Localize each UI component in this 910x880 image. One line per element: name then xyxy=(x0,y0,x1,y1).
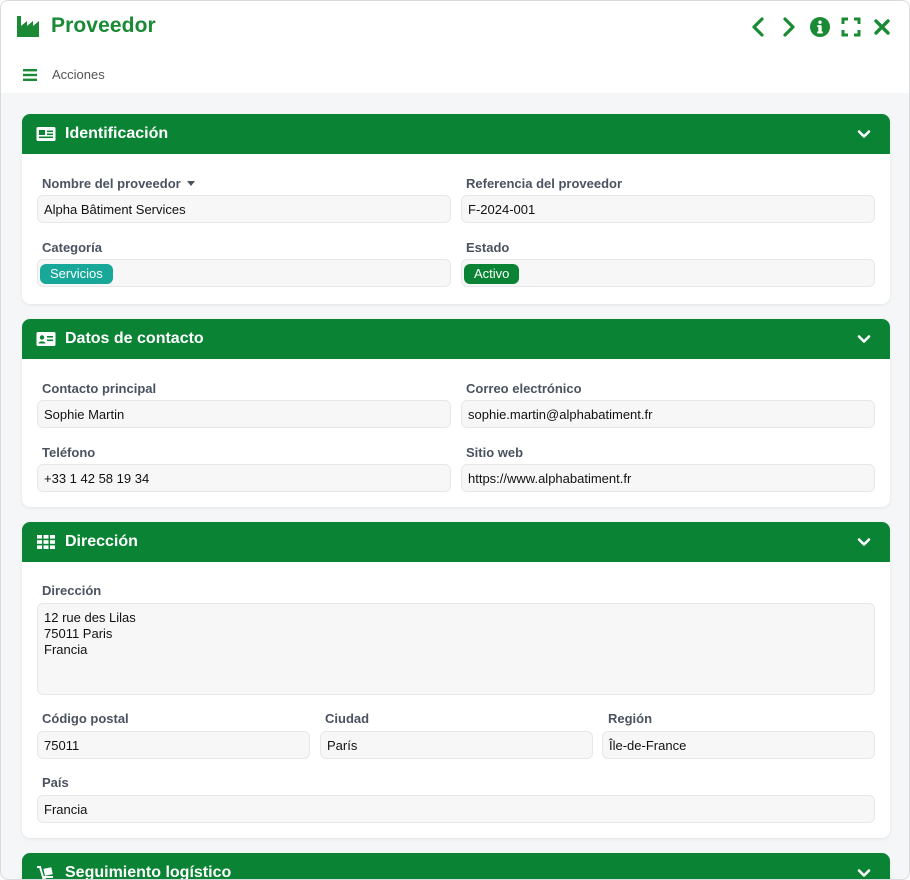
close-button[interactable] xyxy=(871,16,893,38)
section-title: Seguimiento logístico xyxy=(65,864,232,880)
previous-button[interactable] xyxy=(747,16,769,38)
dolly-icon xyxy=(37,866,53,879)
caret-down-icon xyxy=(186,181,195,187)
chevron-down-icon[interactable] xyxy=(857,535,871,549)
chevron-left-icon xyxy=(752,17,764,37)
address-label: Dirección xyxy=(42,583,102,598)
fullscreen-button[interactable] xyxy=(840,16,862,38)
window-actions xyxy=(747,16,893,38)
email-label: Correo electrónico xyxy=(466,381,582,396)
next-button[interactable] xyxy=(778,16,800,38)
postal-code-label: Código postal xyxy=(42,711,129,726)
email-field[interactable]: sophie.martin@alphabatiment.fr xyxy=(461,400,875,428)
section-header-contacto[interactable]: Datos de contacto xyxy=(22,319,890,359)
chevron-down-icon[interactable] xyxy=(857,866,871,880)
section-title: Datos de contacto xyxy=(65,330,204,347)
factory-icon xyxy=(17,16,39,37)
section-header-direccion[interactable]: Dirección xyxy=(22,522,890,562)
website-field[interactable]: https://www.alphabatiment.fr xyxy=(461,464,875,492)
chevron-right-icon xyxy=(783,17,795,37)
chevron-down-icon[interactable] xyxy=(857,127,871,141)
city-field[interactable]: París xyxy=(320,731,593,759)
table-icon xyxy=(37,535,55,549)
category-field[interactable]: Servicios xyxy=(37,259,451,287)
phone-field[interactable]: +33 1 42 58 19 34 xyxy=(37,464,451,492)
actions-menu[interactable]: Acciones xyxy=(23,67,105,82)
address-textarea[interactable]: 12 rue des Lilas 75011 Paris Francia xyxy=(37,603,875,695)
status-label: Estado xyxy=(466,240,510,255)
phone-label: Teléfono xyxy=(42,445,96,460)
category-tag[interactable]: Servicios xyxy=(40,264,113,284)
country-field[interactable]: Francia xyxy=(37,795,875,823)
status-field[interactable]: Activo xyxy=(461,259,875,287)
page-title: Proveedor xyxy=(51,14,156,37)
category-label: Categoría xyxy=(42,240,102,255)
main-contact-field[interactable]: Sophie Martin xyxy=(37,400,451,428)
city-label: Ciudad xyxy=(325,711,370,726)
section-title: Dirección xyxy=(65,533,138,550)
section-logistica: Seguimiento logístico xyxy=(22,853,890,880)
region-label: Región xyxy=(608,711,653,726)
id-card-icon xyxy=(36,127,56,141)
supplier-window: Proveedor Acciones Identificación Nombre… xyxy=(0,0,910,880)
website-label: Sitio web xyxy=(466,445,524,460)
postal-code-field[interactable]: 75011 xyxy=(37,731,310,759)
section-direccion: Dirección Dirección 12 rue des Lilas 750… xyxy=(22,522,890,838)
contact-card-icon xyxy=(36,332,56,346)
section-contacto: Datos de contacto Contacto principal Sop… xyxy=(22,319,890,507)
supplier-name-label-text: Nombre del proveedor xyxy=(42,176,181,191)
section-title: Identificación xyxy=(65,125,169,142)
menu-icon xyxy=(23,68,37,81)
info-icon xyxy=(810,17,830,37)
actions-label: Acciones xyxy=(52,67,105,82)
info-button[interactable] xyxy=(809,16,831,38)
chevron-down-icon[interactable] xyxy=(857,332,871,346)
supplier-name-field[interactable]: Alpha Bâtiment Services xyxy=(37,195,451,223)
status-badge[interactable]: Activo xyxy=(464,264,520,284)
main-contact-label: Contacto principal xyxy=(42,381,157,396)
section-identificacion: Identificación Nombre del proveedor Alph… xyxy=(22,114,890,304)
close-icon xyxy=(874,19,890,35)
supplier-reference-field[interactable]: F-2024-001 xyxy=(461,195,875,223)
top-bar: Proveedor Acciones xyxy=(1,1,909,93)
title-row: Proveedor xyxy=(16,13,156,39)
supplier-name-label[interactable]: Nombre del proveedor xyxy=(42,176,195,191)
country-label: País xyxy=(42,775,69,790)
section-header-logistica[interactable]: Seguimiento logístico xyxy=(22,853,890,880)
fullscreen-icon xyxy=(841,17,861,37)
region-field[interactable]: Île-de-France xyxy=(602,731,875,759)
section-header-identificacion[interactable]: Identificación xyxy=(22,114,890,154)
supplier-reference-label: Referencia del proveedor xyxy=(466,176,623,191)
